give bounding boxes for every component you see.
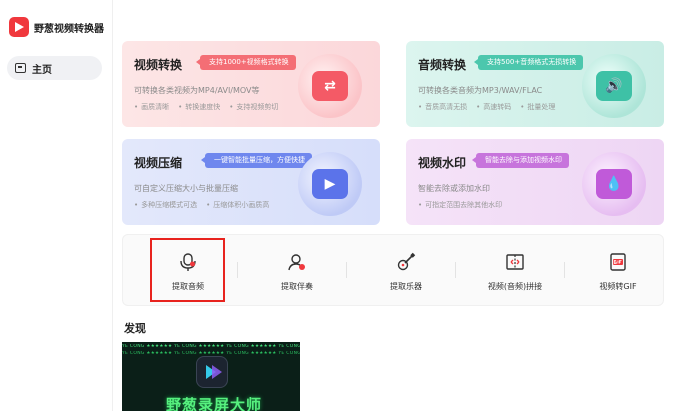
tool-label: 视频(音频)拼接 (487, 282, 543, 291)
card-description: 可转换各类音频为MP3/WAV/FLAC (418, 86, 543, 95)
divider (346, 262, 347, 278)
feature-item: 画质清晰 (134, 102, 169, 112)
card-tag: 支持1000+视频格式转换 (196, 55, 296, 70)
app-header: 野葱视频转换器 (9, 17, 104, 37)
card-features: 多种压缩模式可选 压缩体积小画质高 (134, 200, 269, 210)
discover-banner[interactable]: YE CONG ★★★★★★ YE CONG ★★★★★★ YE CONG ★★… (122, 342, 300, 411)
sidebar-item-label: 主页 (32, 64, 52, 76)
selection-highlight (150, 238, 225, 302)
card-tag: 一键智能批量压缩，方便快捷 (201, 153, 312, 168)
card-title: 视频压缩 (134, 156, 183, 170)
banner-title: 野葱录屏大师 (166, 396, 263, 411)
video-convert-icon: ⇄ (298, 54, 362, 118)
tool-video-merge[interactable]: 视频(音频)拼接 (470, 235, 560, 305)
card-video-convert[interactable]: 视频转换 支持1000+视频格式转换 可转换各类视频为MP4/AVI/MOV等 … (122, 41, 380, 127)
app-logo-icon (9, 17, 29, 37)
card-tag: 支持500+音频格式无损转换 (473, 55, 584, 70)
feature-item: 音质高清无损 (418, 102, 467, 112)
tool-label: 提取乐器 (390, 282, 422, 291)
card-features: 可指定范围去除其他水印 (418, 200, 502, 210)
divider (237, 262, 238, 278)
card-description: 智能去除或添加水印 (418, 184, 490, 193)
card-title: 视频转换 (134, 58, 183, 72)
audio-convert-icon: 🔊 (582, 54, 646, 118)
feature-item: 批量处理 (520, 102, 555, 112)
tool-label: 视频转GIF (599, 282, 637, 291)
feature-item: 转换速度快 (178, 102, 220, 112)
banner-strip: YE CONG ★★★★★★ YE CONG ★★★★★★ YE CONG ★★… (122, 344, 300, 349)
feature-item: 可指定范围去除其他水印 (418, 200, 502, 210)
sidebar: 野葱视频转换器 主页 (0, 0, 113, 411)
divider (455, 262, 456, 278)
feature-item: 压缩体积小画质高 (206, 200, 269, 210)
card-title: 音频转换 (418, 58, 467, 72)
video-merge-icon (504, 251, 526, 273)
card-features: 画质清晰 转换速度快 支持视频剪切 (134, 102, 278, 112)
card-audio-convert[interactable]: 音频转换 支持500+音频格式无损转换 可转换各类音频为MP3/WAV/FLAC… (406, 41, 664, 127)
watermark-icon: 💧 (582, 152, 646, 216)
tool-extract-accompaniment[interactable]: 提取伴奏 (252, 235, 342, 305)
sidebar-item-home[interactable]: 主页 (7, 56, 102, 80)
feature-item: 高速转码 (476, 102, 511, 112)
gif-icon (607, 251, 629, 273)
video-compress-icon: ▶ (298, 152, 362, 216)
feature-item: 多种压缩模式可选 (134, 200, 197, 210)
card-tag: 智能去除与添加视频水印 (472, 153, 569, 168)
card-title: 视频水印 (418, 156, 467, 170)
card-video-watermark[interactable]: 视频水印 智能去除与添加视频水印 智能去除或添加水印 可指定范围去除其他水印 💧 (406, 139, 664, 225)
card-features: 音质高清无损 高速转码 批量处理 (418, 102, 555, 112)
feature-item: 支持视频剪切 (229, 102, 278, 112)
divider (564, 262, 565, 278)
guitar-icon (395, 251, 417, 273)
card-video-compress[interactable]: 视频压缩 一键智能批量压缩，方便快捷 可自定义压缩大小与批量压缩 多种压缩模式可… (122, 139, 380, 225)
home-icon (15, 63, 26, 73)
tool-video-to-gif[interactable]: 视频转GIF (573, 235, 663, 305)
card-description: 可转换各类视频为MP4/AVI/MOV等 (134, 86, 260, 95)
app-name: 野葱视频转换器 (34, 23, 104, 35)
tool-bar: 提取音频 提取伴奏 提取乐器 视频(音频)拼接 视频转GIF (122, 234, 664, 306)
card-description: 可自定义压缩大小与批量压缩 (134, 184, 238, 193)
screen-recorder-app-icon (196, 356, 228, 388)
extract-accompaniment-icon (286, 251, 308, 273)
main-content: 视频转换 支持1000+视频格式转换 可转换各类视频为MP4/AVI/MOV等 … (113, 0, 683, 411)
section-title-discover: 发现 (124, 322, 146, 335)
tool-extract-instrument[interactable]: 提取乐器 (361, 235, 451, 305)
tool-label: 提取伴奏 (281, 282, 313, 291)
